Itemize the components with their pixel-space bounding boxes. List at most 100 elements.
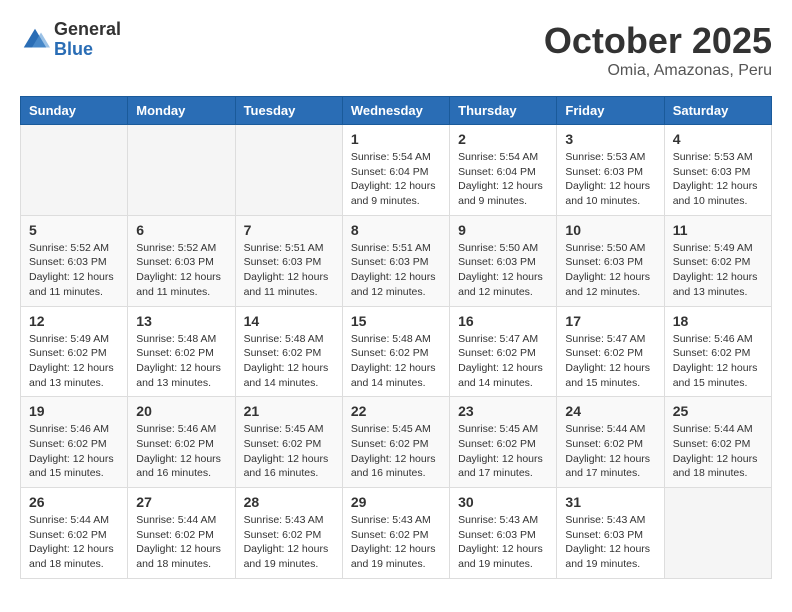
day-number: 28 <box>244 494 334 510</box>
day-number: 24 <box>565 403 655 419</box>
logo-general-text: General <box>54 20 121 40</box>
day-number: 8 <box>351 222 441 238</box>
day-number: 31 <box>565 494 655 510</box>
day-number: 30 <box>458 494 548 510</box>
day-info: Sunrise: 5:51 AM Sunset: 6:03 PM Dayligh… <box>244 241 334 300</box>
day-number: 4 <box>673 131 763 147</box>
calendar-day-cell: 5 Sunrise: 5:52 AM Sunset: 6:03 PM Daylig… <box>21 215 128 306</box>
calendar-day-cell: 19 Sunrise: 5:46 AM Sunset: 6:02 PM Dayli… <box>21 397 128 488</box>
calendar-day-cell: 24 Sunrise: 5:44 AM Sunset: 6:02 PM Dayli… <box>557 397 664 488</box>
day-info: Sunrise: 5:46 AM Sunset: 6:02 PM Dayligh… <box>136 422 226 481</box>
month-title: October 2025 <box>544 20 772 62</box>
title-section: October 2025 Omia, Amazonas, Peru <box>544 20 772 80</box>
day-info: Sunrise: 5:45 AM Sunset: 6:02 PM Dayligh… <box>351 422 441 481</box>
day-of-week-header: Saturday <box>664 97 771 125</box>
calendar-day-cell <box>21 125 128 216</box>
day-of-week-header: Tuesday <box>235 97 342 125</box>
calendar-day-cell: 22 Sunrise: 5:45 AM Sunset: 6:02 PM Dayli… <box>342 397 449 488</box>
calendar-day-cell: 29Sunrise: 5:43 AM Sunset: 6:02 PM Dayli… <box>342 488 449 579</box>
day-info: Sunrise: 5:44 AM Sunset: 6:02 PM Dayligh… <box>136 513 226 572</box>
calendar-day-cell: 21 Sunrise: 5:45 AM Sunset: 6:02 PM Dayli… <box>235 397 342 488</box>
day-info: Sunrise: 5:45 AM Sunset: 6:02 PM Dayligh… <box>458 422 548 481</box>
day-info: Sunrise: 5:48 AM Sunset: 6:02 PM Dayligh… <box>136 332 226 391</box>
day-info: Sunrise: 5:43 AM Sunset: 6:03 PM Dayligh… <box>565 513 655 572</box>
calendar-week-row: 26 Sunrise: 5:44 AM Sunset: 6:02 PM Dayli… <box>21 488 772 579</box>
day-info: Sunrise: 5:53 AM Sunset: 6:03 PM Dayligh… <box>565 150 655 209</box>
day-of-week-header: Friday <box>557 97 664 125</box>
calendar-day-cell: 11Sunrise: 5:49 AM Sunset: 6:02 PM Dayli… <box>664 215 771 306</box>
day-number: 21 <box>244 403 334 419</box>
day-info: Sunrise: 5:50 AM Sunset: 6:03 PM Dayligh… <box>565 241 655 300</box>
day-of-week-header: Sunday <box>21 97 128 125</box>
day-info: Sunrise: 5:45 AM Sunset: 6:02 PM Dayligh… <box>244 422 334 481</box>
calendar-day-cell: 16Sunrise: 5:47 AM Sunset: 6:02 PM Dayli… <box>450 306 557 397</box>
calendar-day-cell: 26Sunrise: 5:44 AM Sunset: 6:02 PM Dayli… <box>21 488 128 579</box>
calendar-day-cell: 1 Sunrise: 5:54 AM Sunset: 6:04 PM Daylig… <box>342 125 449 216</box>
day-number: 18 <box>673 313 763 329</box>
day-info: Sunrise: 5:54 AM Sunset: 6:04 PM Dayligh… <box>351 150 441 209</box>
day-info: Sunrise: 5:48 AM Sunset: 6:02 PM Dayligh… <box>351 332 441 391</box>
day-number: 23 <box>458 403 548 419</box>
day-info: Sunrise: 5:49 AM Sunset: 6:02 PM Dayligh… <box>673 241 763 300</box>
calendar-day-cell: 27 Sunrise: 5:44 AM Sunset: 6:02 PM Dayli… <box>128 488 235 579</box>
calendar-week-row: 12Sunrise: 5:49 AM Sunset: 6:02 PM Dayli… <box>21 306 772 397</box>
calendar-day-cell: 28 Sunrise: 5:43 AM Sunset: 6:02 PM Dayli… <box>235 488 342 579</box>
day-number: 5 <box>29 222 119 238</box>
calendar-day-cell <box>664 488 771 579</box>
day-info: Sunrise: 5:44 AM Sunset: 6:02 PM Dayligh… <box>565 422 655 481</box>
day-number: 9 <box>458 222 548 238</box>
day-number: 26 <box>29 494 119 510</box>
calendar-day-cell: 30 Sunrise: 5:43 AM Sunset: 6:03 PM Dayli… <box>450 488 557 579</box>
day-number: 6 <box>136 222 226 238</box>
day-info: Sunrise: 5:50 AM Sunset: 6:03 PM Dayligh… <box>458 241 548 300</box>
calendar-week-row: 19 Sunrise: 5:46 AM Sunset: 6:02 PM Dayli… <box>21 397 772 488</box>
day-info: Sunrise: 5:47 AM Sunset: 6:02 PM Dayligh… <box>565 332 655 391</box>
day-info: Sunrise: 5:52 AM Sunset: 6:03 PM Dayligh… <box>136 241 226 300</box>
day-info: Sunrise: 5:43 AM Sunset: 6:03 PM Dayligh… <box>458 513 548 572</box>
calendar-day-cell: 23 Sunrise: 5:45 AM Sunset: 6:02 PM Dayli… <box>450 397 557 488</box>
day-number: 7 <box>244 222 334 238</box>
day-number: 3 <box>565 131 655 147</box>
calendar-week-row: 5 Sunrise: 5:52 AM Sunset: 6:03 PM Daylig… <box>21 215 772 306</box>
day-number: 19 <box>29 403 119 419</box>
day-number: 22 <box>351 403 441 419</box>
day-number: 27 <box>136 494 226 510</box>
day-number: 16 <box>458 313 548 329</box>
day-number: 13 <box>136 313 226 329</box>
day-of-week-header: Monday <box>128 97 235 125</box>
calendar-day-cell: 31 Sunrise: 5:43 AM Sunset: 6:03 PM Dayli… <box>557 488 664 579</box>
day-number: 10 <box>565 222 655 238</box>
day-info: Sunrise: 5:46 AM Sunset: 6:02 PM Dayligh… <box>673 332 763 391</box>
day-of-week-header: Wednesday <box>342 97 449 125</box>
calendar-day-cell: 4Sunrise: 5:53 AM Sunset: 6:03 PM Daylig… <box>664 125 771 216</box>
calendar-week-row: 1 Sunrise: 5:54 AM Sunset: 6:04 PM Daylig… <box>21 125 772 216</box>
logo-blue-text: Blue <box>54 40 121 60</box>
day-number: 25 <box>673 403 763 419</box>
day-info: Sunrise: 5:52 AM Sunset: 6:03 PM Dayligh… <box>29 241 119 300</box>
day-number: 15 <box>351 313 441 329</box>
calendar-day-cell <box>235 125 342 216</box>
day-number: 2 <box>458 131 548 147</box>
calendar-day-cell: 7 Sunrise: 5:51 AM Sunset: 6:03 PM Daylig… <box>235 215 342 306</box>
calendar-day-cell: 12Sunrise: 5:49 AM Sunset: 6:02 PM Dayli… <box>21 306 128 397</box>
calendar-day-cell: 18 Sunrise: 5:46 AM Sunset: 6:02 PM Dayli… <box>664 306 771 397</box>
location-subtitle: Omia, Amazonas, Peru <box>544 62 772 80</box>
calendar-day-cell: 2 Sunrise: 5:54 AM Sunset: 6:04 PM Daylig… <box>450 125 557 216</box>
day-info: Sunrise: 5:43 AM Sunset: 6:02 PM Dayligh… <box>244 513 334 572</box>
calendar-day-cell: 20Sunrise: 5:46 AM Sunset: 6:02 PM Dayli… <box>128 397 235 488</box>
day-info: Sunrise: 5:44 AM Sunset: 6:02 PM Dayligh… <box>673 422 763 481</box>
calendar-day-cell: 14Sunrise: 5:48 AM Sunset: 6:02 PM Dayli… <box>235 306 342 397</box>
calendar-day-cell: 15 Sunrise: 5:48 AM Sunset: 6:02 PM Dayli… <box>342 306 449 397</box>
logo-icon <box>20 25 50 55</box>
day-info: Sunrise: 5:46 AM Sunset: 6:02 PM Dayligh… <box>29 422 119 481</box>
calendar-table: SundayMondayTuesdayWednesdayThursdayFrid… <box>20 96 772 579</box>
day-number: 14 <box>244 313 334 329</box>
day-info: Sunrise: 5:54 AM Sunset: 6:04 PM Dayligh… <box>458 150 548 209</box>
day-info: Sunrise: 5:51 AM Sunset: 6:03 PM Dayligh… <box>351 241 441 300</box>
day-number: 1 <box>351 131 441 147</box>
calendar-day-cell: 3 Sunrise: 5:53 AM Sunset: 6:03 PM Daylig… <box>557 125 664 216</box>
logo: General Blue <box>20 20 121 60</box>
calendar-day-cell: 10 Sunrise: 5:50 AM Sunset: 6:03 PM Dayli… <box>557 215 664 306</box>
day-info: Sunrise: 5:49 AM Sunset: 6:02 PM Dayligh… <box>29 332 119 391</box>
day-of-week-header: Thursday <box>450 97 557 125</box>
